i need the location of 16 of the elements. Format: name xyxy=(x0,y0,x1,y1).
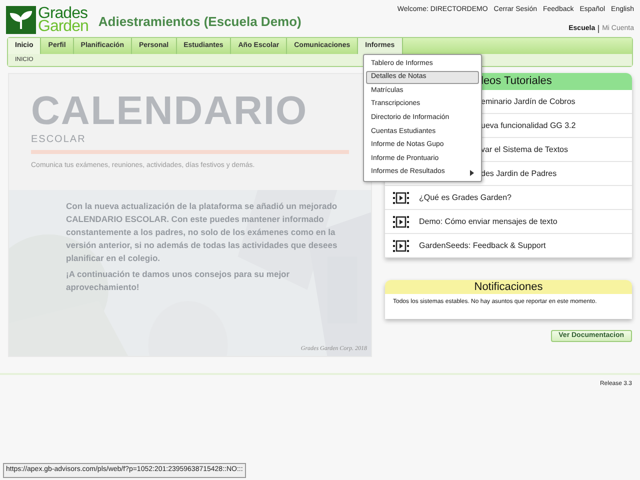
panel-title: Notificaciones xyxy=(474,280,543,295)
video-icon xyxy=(393,216,409,228)
video-item[interactable]: Demo: Cómo enviar mensajes de texto xyxy=(385,210,632,234)
banner-body: Con la nueva actualización de la plataforma se añadió un mejorado CALENDARIO ESCOLAR. Con este puedes mantener informado constantemente a los padres, no solo de los exámenes como en la versión anterior, si no además de todas las actividades que desees planificar en el colegio. xyxy=(66,200,338,264)
site-title: Adiestramientos (Escuela Demo) xyxy=(98,13,302,31)
video-icon xyxy=(393,192,409,204)
banner-title: CALENDARIO xyxy=(31,90,309,132)
sprout-icon xyxy=(10,10,32,30)
logo-text: Garden xyxy=(38,20,88,33)
video-icon xyxy=(393,240,409,252)
banner-closing: ¡A continuación te damos unos consejos para su mejor aprovechamiento! xyxy=(66,268,291,294)
logo[interactable]: Grades Garden xyxy=(6,6,88,34)
video-item[interactable]: ¿Qué es Grades Garden? xyxy=(385,186,632,210)
banner-subtitle: ESCOLAR xyxy=(31,133,87,147)
video-item[interactable]: GardenSeeds: Feedback & Support xyxy=(385,234,632,258)
logo-text: Grades xyxy=(38,7,88,20)
